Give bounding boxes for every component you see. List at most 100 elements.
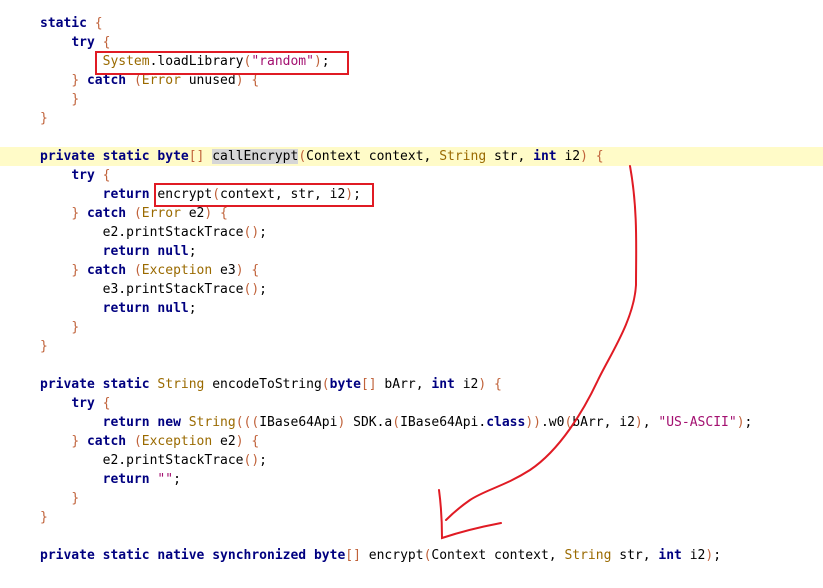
code-line[interactable]: e2.printStackTrace();: [0, 451, 823, 470]
code-token: ;: [173, 472, 181, 487]
code-token: ): [634, 415, 643, 430]
code-line-text: return null;: [40, 299, 197, 318]
code-token: ;: [353, 187, 361, 202]
code-line[interactable]: private static byte[] callEncrypt(Contex…: [0, 147, 823, 166]
code-token: (((: [235, 415, 260, 430]
code-token: (: [321, 377, 330, 392]
code-line[interactable]: }: [0, 90, 823, 109]
code-line[interactable]: } catch (Exception e3) {: [0, 261, 823, 280]
code-token: }: [71, 206, 80, 221]
code-token: e3.printStackTrace: [102, 282, 244, 297]
code-token: Error: [141, 73, 181, 88]
code-token: ): [580, 149, 588, 164]
code-token: {: [102, 396, 111, 411]
code-token: Exception: [141, 434, 213, 449]
code-token: ,: [642, 415, 659, 430]
code-token: {: [595, 149, 604, 164]
code-token: return: [102, 187, 150, 202]
code-line-text: private static byte[] callEncrypt(Contex…: [40, 147, 604, 166]
code-line[interactable]: return null;: [0, 242, 823, 261]
code-token: []: [345, 548, 361, 563]
code-token: }: [71, 491, 80, 506]
code-token: (: [133, 73, 142, 88]
code-token: String: [564, 548, 612, 563]
code-line[interactable]: System.loadLibrary("random");: [0, 52, 823, 71]
code-line[interactable]: static {: [0, 14, 823, 33]
code-line[interactable]: return null;: [0, 299, 823, 318]
code-token: private: [40, 149, 95, 164]
code-line[interactable]: return encrypt(context, str, i2);: [0, 185, 823, 204]
code-token: IBase64Api: [259, 415, 338, 430]
code-line[interactable]: try {: [0, 166, 823, 185]
code-line[interactable]: private static String encodeToString(byt…: [0, 375, 823, 394]
code-token: ): [235, 263, 244, 278]
code-line[interactable]: [0, 128, 823, 147]
code-token: synchronized: [212, 548, 307, 563]
code-line[interactable]: } catch (Error e2) {: [0, 204, 823, 223]
code-line[interactable]: try {: [0, 394, 823, 413]
code-token: e2.printStackTrace: [102, 453, 244, 468]
code-line[interactable]: [0, 356, 823, 375]
code-token: (): [243, 282, 260, 297]
code-line[interactable]: return "";: [0, 470, 823, 489]
code-line[interactable]: } catch (Exception e2) {: [0, 432, 823, 451]
code-line[interactable]: }: [0, 489, 823, 508]
code-line[interactable]: return new String(((IBase64Api) SDK.a(IB…: [0, 413, 823, 432]
code-token: (): [243, 225, 260, 240]
code-token: ): [313, 54, 322, 69]
code-token: {: [251, 73, 260, 88]
code-line-text: }: [40, 489, 79, 508]
code-token: Context context,: [431, 548, 565, 563]
code-token: .w0: [540, 415, 565, 430]
code-token: int: [533, 149, 557, 164]
code-token: int: [658, 548, 682, 563]
code-line[interactable]: private static native synchronized byte[…: [0, 546, 823, 565]
code-token: int: [431, 377, 455, 392]
code-line[interactable]: e3.printStackTrace();: [0, 280, 823, 299]
code-token: .loadLibrary: [149, 54, 244, 69]
code-token: catch: [86, 263, 127, 278]
code-token: }: [40, 339, 48, 354]
code-line[interactable]: try {: [0, 33, 823, 52]
code-token: IBase64Api.: [400, 415, 487, 430]
code-line[interactable]: }: [0, 508, 823, 527]
code-token: }: [71, 73, 80, 88]
code-token: ;: [188, 301, 197, 316]
code-token: )): [525, 415, 541, 430]
code-token: try: [71, 35, 95, 50]
code-line[interactable]: [0, 527, 823, 546]
code-token: e2.printStackTrace: [102, 225, 244, 240]
code-token: ): [705, 548, 714, 563]
code-line[interactable]: }: [0, 337, 823, 356]
code-token: context, str, i2: [220, 187, 346, 202]
code-line[interactable]: }: [0, 318, 823, 337]
code-line[interactable]: e2.printStackTrace();: [0, 223, 823, 242]
code-token: {: [251, 263, 260, 278]
code-token: null: [157, 301, 189, 316]
code-token: (: [298, 149, 307, 164]
code-token: Error: [141, 206, 181, 221]
code-line[interactable]: }: [0, 109, 823, 128]
code-editor[interactable]: static { try { System.loadLibrary("rando…: [0, 0, 823, 588]
code-line[interactable]: } catch (Error unused) {: [0, 71, 823, 90]
code-line-text: private static String encodeToString(byt…: [40, 375, 502, 394]
code-line-text: }: [40, 109, 48, 128]
code-token: encrypt: [149, 187, 213, 202]
code-token: unused: [180, 73, 236, 88]
code-token: }: [71, 263, 80, 278]
